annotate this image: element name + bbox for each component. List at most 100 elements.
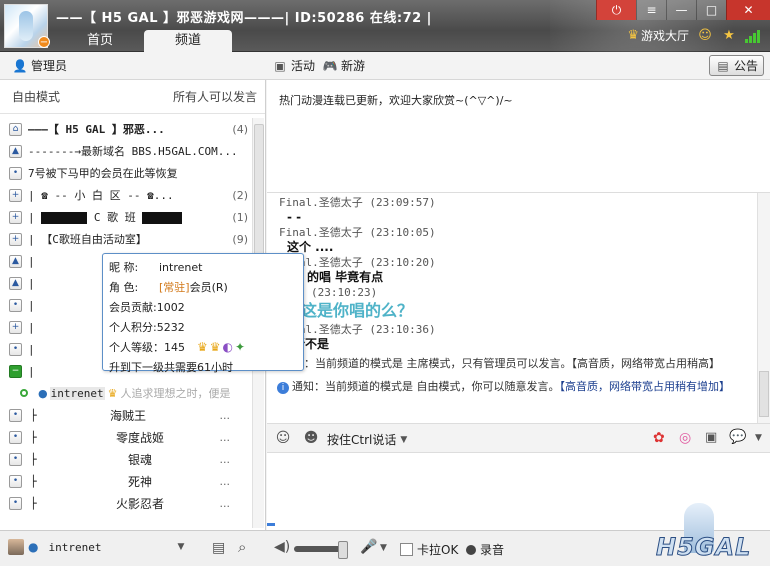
list-item[interactable]: • ├ 死神... xyxy=(0,470,252,492)
lock-icon: ▲ xyxy=(9,254,22,268)
speaker-icon[interactable]: ◀) xyxy=(274,539,290,555)
gamepad-icon: 🎮 xyxy=(322,58,338,73)
list-item[interactable]: • ├ 火影忍者... xyxy=(0,492,252,514)
notice-button[interactable]: ▤ 公告 xyxy=(708,55,764,76)
message-meta: Final.圣德太子 (23:10:05) xyxy=(279,226,436,239)
karaoke-label: 卡拉OK xyxy=(417,543,459,557)
tab-home[interactable]: 首页 xyxy=(56,30,144,52)
permission-label: 所有人可以发言 xyxy=(172,90,257,104)
lock-icon: ▲ xyxy=(9,276,22,290)
karaoke-checkbox[interactable] xyxy=(400,543,413,556)
new-game-button[interactable]: 🎮 新游 xyxy=(322,57,366,74)
power-icon[interactable]: ⏻ xyxy=(596,0,636,20)
channel-name: | xyxy=(28,320,35,334)
minimize-icon[interactable]: — xyxy=(666,0,696,20)
star-icon[interactable]: ★ xyxy=(721,28,737,44)
record-toggle[interactable]: 录音 xyxy=(466,541,504,558)
channel-name: | xyxy=(28,298,35,312)
role-value: 会员(R) xyxy=(189,281,228,294)
message-body: 这个 .... xyxy=(287,240,334,254)
sticker-icon[interactable]: ☻ xyxy=(303,430,319,446)
settings-icon[interactable]: ▤ xyxy=(212,540,225,556)
text-cursor xyxy=(267,523,275,526)
volume-slider[interactable] xyxy=(294,541,348,559)
dot-icon: • xyxy=(9,430,22,444)
game-hall-button[interactable]: ♛ 游戏大厅 xyxy=(627,27,689,44)
channel-notice: 热门动漫连载已更新，欢迎大家欣赏~(^▽^)/~ xyxy=(267,80,770,193)
channel-row[interactable]: + | 【C歌班自由活动室】 (9) xyxy=(0,228,252,250)
user-status[interactable]: ● intrenet ▼ xyxy=(8,539,184,555)
dot-icon: • xyxy=(9,474,22,488)
minus-badge-icon[interactable]: − xyxy=(38,36,50,48)
expand-icon[interactable]: + xyxy=(9,188,22,202)
user-row[interactable]: ● intrenet ♛ 人追求理想之时，便是 xyxy=(0,382,252,404)
record-icon xyxy=(466,544,476,555)
activity-button[interactable]: ▣ 活动 xyxy=(272,57,315,74)
chat-bubble-icon[interactable]: 💬 xyxy=(729,429,746,445)
search-icon[interactable]: ⌕ xyxy=(238,538,246,556)
system-notice-text: 通知：当前频道的模式是 自由模式，你可以随意发言。 xyxy=(292,380,560,393)
dot-icon: • xyxy=(9,342,22,356)
lollipop-icon[interactable]: ◎ xyxy=(679,430,691,446)
rose-icon[interactable]: ✿ xyxy=(653,430,665,446)
crown-icon: ♛ xyxy=(197,340,208,354)
ellipsis: ... xyxy=(219,452,231,466)
channel-row[interactable]: • 7号被下马甲的会员在此等恢复 xyxy=(0,162,252,184)
user-icon: ● xyxy=(38,386,48,400)
user-icon: ● xyxy=(28,540,39,554)
chevron-down-icon: ▼ xyxy=(177,542,185,552)
maximize-icon[interactable]: □ xyxy=(696,0,726,20)
main-tabs: 首页 频道 xyxy=(56,30,232,52)
image-icon: ▣ xyxy=(274,58,286,73)
scrollbar-thumb[interactable] xyxy=(759,371,769,417)
list-item[interactable]: • ├ 零度战姬... xyxy=(0,426,252,448)
channel-count: (1) xyxy=(232,210,248,224)
tab-channel[interactable]: 频道 xyxy=(144,30,232,52)
chevron-down-icon[interactable]: ▼ xyxy=(380,543,387,553)
dot-icon: • xyxy=(9,298,22,312)
dot-icon: • xyxy=(9,452,22,466)
notice-icon: ▤ xyxy=(717,58,729,73)
menu-icon[interactable]: ≡ xyxy=(636,0,666,20)
collapse-icon[interactable]: − xyxy=(9,364,22,378)
emoji-icon[interactable]: ☺ xyxy=(275,430,291,446)
record-label: 录音 xyxy=(480,543,505,557)
logo-wordmark: H5GAL xyxy=(655,533,752,562)
close-icon[interactable]: ✕ xyxy=(726,0,770,20)
system-notice: i 通知：当前频道的模式是 自由模式，你可以随意发言。【高音质，网络带宽占用稍有增… xyxy=(267,379,757,394)
push-to-talk-button[interactable]: 按住Ctrl说话 ▼ xyxy=(327,431,407,448)
channel-row[interactable]: + | ☎ -- 小 白 区 -- ☎... (2) xyxy=(0,184,252,206)
chevron-down-icon[interactable]: ▼ xyxy=(755,433,762,443)
sub-channel-name: 火影忍者 xyxy=(116,496,165,511)
message-meta: Final.圣德太子 (23:09:57) xyxy=(279,196,436,209)
microphone-icon[interactable]: 🎤 xyxy=(360,539,377,555)
expand-icon[interactable]: + xyxy=(9,320,22,334)
chat-scrollbar[interactable] xyxy=(757,193,770,423)
channel-name: | xyxy=(28,276,35,290)
expand-icon[interactable]: + xyxy=(9,210,22,224)
list-item[interactable]: • ├ 海贼王... xyxy=(0,404,252,426)
message-body: 新不是 xyxy=(293,337,330,351)
new-game-label: 新游 xyxy=(341,59,366,73)
game-hall-label: 游戏大厅 xyxy=(640,29,689,43)
bag-icon[interactable]: ▣ xyxy=(705,430,717,445)
channel-count: (9) xyxy=(232,232,248,246)
tooltip-upgrade: 升到下一级共需要61小时 xyxy=(109,361,233,374)
expand-icon[interactable]: + xyxy=(9,232,22,246)
message-meta: Final.圣德太子 (23:10:20) xyxy=(279,256,436,269)
push-to-talk-label: 按住Ctrl说话 xyxy=(327,433,397,447)
avatar-icon xyxy=(8,539,24,555)
list-item[interactable]: • ├ 银魂... xyxy=(0,448,252,470)
tooltip-role: 角 色: [常驻] 会员(R) xyxy=(109,277,297,297)
smiley-icon[interactable]: ☺ xyxy=(697,28,713,44)
karaoke-toggle[interactable]: 卡拉OK xyxy=(400,541,458,558)
message-body: 这是你唱的么？ xyxy=(301,301,414,320)
ellipsis: ... xyxy=(219,430,231,444)
channel-row[interactable]: ⌂ ———【 H5 GAL 】邪恶... (4) xyxy=(0,118,252,140)
channel-row[interactable]: ▲ -------→最新域名 BBS.H5GAL.COM... xyxy=(0,140,252,162)
channel-row[interactable]: + | C 歌 班 (1) xyxy=(0,206,252,228)
notice-text: 热门动漫连载已更新，欢迎大家欣赏~(^▽^)/~ xyxy=(279,94,513,107)
ellipsis: ... xyxy=(219,474,231,488)
title-bar: − ——【 H5 GAL 】邪恶游戏网———| ID:50286 在线:72 |… xyxy=(0,0,770,52)
admin-button[interactable]: 👤 管理员 xyxy=(12,57,68,74)
